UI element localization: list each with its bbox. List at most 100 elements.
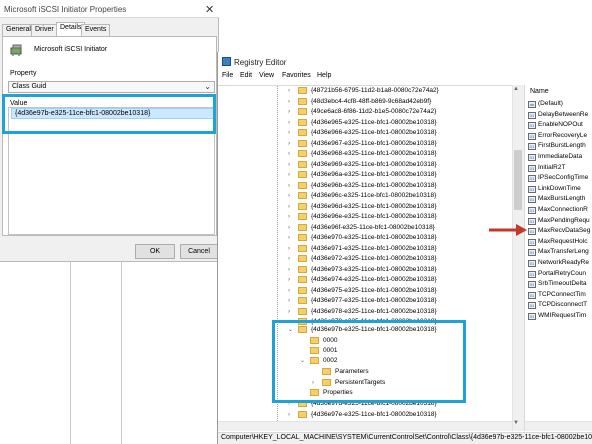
- value-row[interactable]: 01 PortalRetryCoun: [528, 269, 592, 279]
- menu-help[interactable]: Help: [317, 72, 331, 79]
- chevron-right-icon[interactable]: ›: [288, 202, 290, 212]
- chevron-right-icon[interactable]: ›: [288, 265, 290, 275]
- value-row[interactable]: 01 InitialR2T: [528, 163, 592, 173]
- tree-key-row[interactable]: › {4d36e967-e325-11ce-bfc1-08002be10318}: [288, 139, 437, 149]
- chevron-right-icon[interactable]: ›: [288, 275, 290, 285]
- tree-key-row[interactable]: › {4d36e975-e325-11ce-bfc1-08002be10318}: [288, 286, 437, 296]
- tree-key-row[interactable]: › {4d36e970-e325-11ce-bfc1-08002be10318}: [288, 233, 437, 243]
- chevron-right-icon[interactable]: ›: [288, 286, 290, 296]
- tab-driver[interactable]: Driver: [31, 24, 58, 36]
- tree-key-row[interactable]: › {4d36e96f-e325-11ce-bfc1-08002be10318}: [288, 223, 435, 233]
- name-column-header[interactable]: Name: [530, 88, 549, 95]
- tree-scroll-thumb[interactable]: [514, 150, 522, 210]
- chevron-right-icon[interactable]: ›: [288, 139, 290, 149]
- tree-key-row[interactable]: › {4d36e97e-e325-11ce-bfc1-08002be10318}: [288, 410, 437, 420]
- tree-key-row[interactable]: › {4d36e968-e325-11ce-bfc1-08002be10318}: [288, 149, 437, 159]
- value-row[interactable]: 01 MaxBurstLength: [528, 194, 592, 204]
- folder-icon: [298, 287, 307, 294]
- chevron-right-icon[interactable]: ›: [288, 212, 290, 222]
- chevron-right-icon[interactable]: ›: [288, 244, 290, 254]
- value-row[interactable]: 01 TCPDisconnectT: [528, 300, 592, 310]
- tree-key-row[interactable]: › {4d36e969-e325-11ce-bfc1-08002be10318}: [288, 160, 437, 170]
- chevron-right-icon[interactable]: ›: [288, 410, 290, 420]
- folder-icon: [298, 98, 307, 105]
- value-row[interactable]: 01 ErrorRecoveryLe: [528, 131, 592, 141]
- chevron-right-icon[interactable]: ›: [288, 118, 290, 128]
- value-row[interactable]: 01 ImmediateData: [528, 152, 592, 162]
- value-row[interactable]: 01 IPSecConfigTime: [528, 173, 592, 183]
- value-row[interactable]: 01 MaxRecvDataSeg: [528, 226, 592, 236]
- value-row[interactable]: 01 MaxPendingRequ: [528, 216, 592, 226]
- dword-value-icon: 01: [528, 207, 536, 214]
- value-row[interactable]: 01 FirstBurstLength: [528, 141, 592, 151]
- chevron-right-icon[interactable]: ›: [288, 296, 290, 306]
- folder-icon: [298, 297, 307, 304]
- value-row[interactable]: 01 MaxConnectionR: [528, 205, 592, 215]
- menu-file[interactable]: File: [222, 72, 233, 79]
- tree-key-row[interactable]: › {4d36e978-e325-11ce-bfc1-08002be10318}: [288, 307, 437, 317]
- tree-key-row[interactable]: › {4d36e966-e325-11ce-bfc1-08002be10318}: [288, 128, 437, 138]
- menu-favorites[interactable]: Favorites: [282, 72, 311, 79]
- value-row[interactable]: 01 NetworkReadyRe: [528, 258, 592, 268]
- tree-key-row[interactable]: › {4d36e96c-e325-11ce-bfc1-08002be10318}: [288, 191, 436, 201]
- value-name: MaxBurstLength: [538, 195, 586, 202]
- folder-icon: [298, 182, 307, 189]
- value-row[interactable]: 01 WMIRequestTim: [528, 311, 592, 321]
- tree-key-row[interactable]: › {48721b56-6795-11d2-b1a8-0080c72e74a2}: [288, 86, 439, 96]
- chevron-right-icon[interactable]: ›: [288, 233, 290, 243]
- chevron-right-icon[interactable]: ›: [288, 97, 290, 107]
- tree-key-row[interactable]: › {4d36e977-e325-11ce-bfc1-08002be10318}: [288, 296, 437, 306]
- chevron-right-icon[interactable]: ›: [288, 181, 290, 191]
- scroll-up-icon[interactable]: ▲: [513, 86, 519, 92]
- tree-horizontal-scrollbar[interactable]: [218, 421, 512, 431]
- tab-general[interactable]: General: [2, 24, 35, 36]
- value-name: LinkDownTime: [538, 185, 581, 192]
- chevron-right-icon[interactable]: ›: [288, 86, 290, 96]
- values-horizontal-scrollbar[interactable]: [525, 421, 592, 431]
- cancel-button[interactable]: Cancel: [180, 244, 218, 259]
- chevron-right-icon[interactable]: ›: [288, 254, 290, 264]
- value-row[interactable]: 01 EnableNOPOut: [528, 120, 592, 130]
- ok-button[interactable]: OK: [135, 244, 175, 259]
- value-row[interactable]: ab (Default): [528, 99, 592, 109]
- tree-key-row[interactable]: › {49ce6ac8-6f86-11d2-b1e5-0080c72e74a2}: [288, 107, 436, 117]
- tree-key-row[interactable]: › {4d36e96e-e325-11ce-bfc1-08002be10318}: [288, 212, 437, 222]
- menu-view[interactable]: View: [259, 72, 274, 79]
- tree-key-row[interactable]: › {4d36e96a-e325-11ce-bfc1-08002be10318}: [288, 170, 437, 180]
- value-row[interactable]: 01 LinkDownTime: [528, 184, 592, 194]
- property-select[interactable]: Class Guid ⌄: [8, 81, 215, 93]
- tree-key-row[interactable]: › {4d36e965-e325-11ce-bfc1-08002be10318}: [288, 118, 437, 128]
- folder-icon: [298, 87, 307, 94]
- chevron-right-icon[interactable]: ›: [288, 160, 290, 170]
- value-row[interactable]: 01 MaxRequestHolc: [528, 237, 592, 247]
- value-row[interactable]: 01 DelayBetweenRe: [528, 110, 592, 120]
- chevron-right-icon[interactable]: ›: [288, 223, 290, 233]
- chevron-right-icon[interactable]: ›: [288, 191, 290, 201]
- tree-key-label: {4d36e96e-e325-11ce-bfc1-08002be10318}: [311, 213, 437, 220]
- chevron-right-icon[interactable]: ›: [288, 170, 290, 180]
- value-name: PortalRetryCoun: [538, 270, 587, 277]
- tree-key-row[interactable]: › {4d36e96d-e325-11ce-bfc1-08002be10318}: [288, 202, 437, 212]
- scroll-down-icon[interactable]: ▼: [513, 420, 519, 426]
- value-row[interactable]: 01 MaxTransferLeng: [528, 247, 592, 257]
- tree-key-row[interactable]: › {4d36e96b-e325-11ce-bfc1-08002be10318}: [288, 181, 437, 191]
- value-row[interactable]: 01 SrbTimeoutDelta: [528, 279, 592, 289]
- tree-vertical-scrollbar[interactable]: [512, 85, 524, 431]
- tree-key-row[interactable]: › {4d36e974-e325-11ce-bfc1-08002be10318}: [288, 275, 437, 285]
- menu-edit[interactable]: Edit: [240, 72, 252, 79]
- tree-key-row[interactable]: › {48d3ebc4-4cf8-48ff-b869-9c68ad42eb9f}: [288, 97, 431, 107]
- tree-key-row[interactable]: › {4d36e972-e325-11ce-bfc1-08002be10318}: [288, 254, 437, 264]
- chevron-right-icon[interactable]: ›: [288, 149, 290, 159]
- close-icon[interactable]: ✕: [205, 3, 214, 16]
- tree-key-row[interactable]: › {4d36e971-e325-11ce-bfc1-08002be10318}: [288, 244, 437, 254]
- tree-key-row[interactable]: › {4d36e973-e325-11ce-bfc1-08002be10318}: [288, 265, 437, 275]
- chevron-right-icon[interactable]: ›: [288, 107, 290, 117]
- background-divider: [70, 262, 71, 444]
- chevron-right-icon[interactable]: ›: [288, 128, 290, 138]
- value-name: SrbTimeoutDelta: [538, 280, 587, 287]
- value-row[interactable]: 01 TCPConnectTim: [528, 290, 592, 300]
- tab-events[interactable]: Events: [81, 24, 111, 36]
- tree-key-label: {4d36e97e-e325-11ce-bfc1-08002be10318}: [311, 410, 437, 418]
- dword-value-icon: 01: [528, 218, 536, 225]
- chevron-right-icon[interactable]: ›: [288, 307, 290, 317]
